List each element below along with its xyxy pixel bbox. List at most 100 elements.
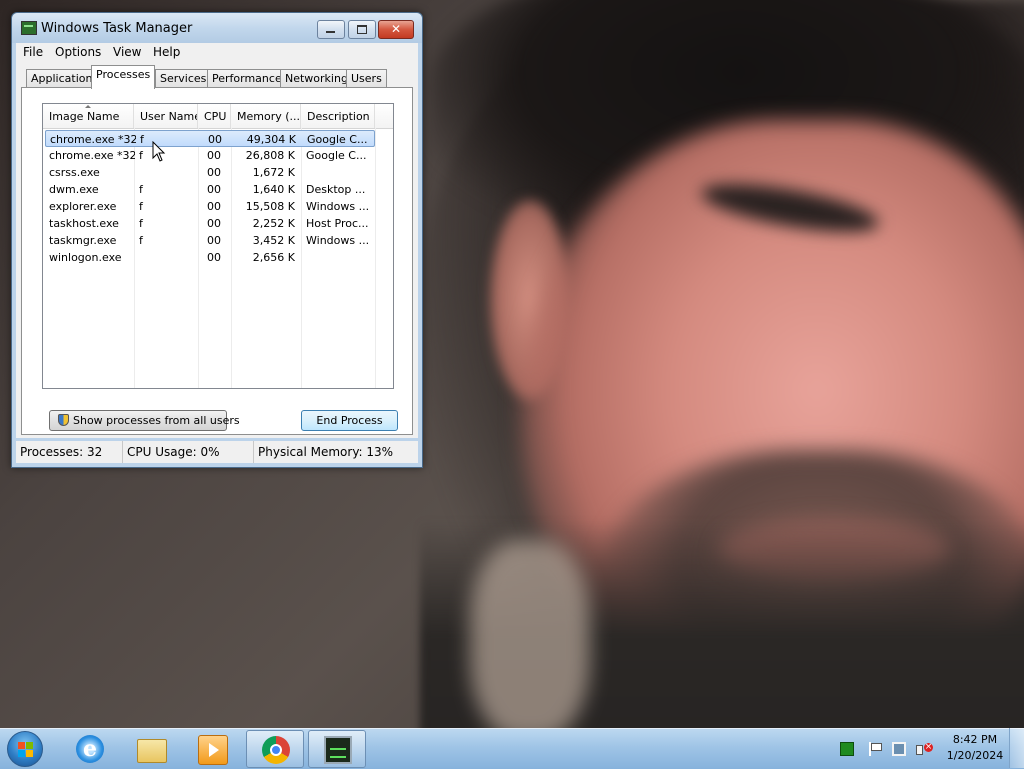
process-list[interactable]: Image Name User Name CPU Memory (... Des… — [42, 103, 394, 389]
process-user: f — [139, 149, 143, 162]
end-process-button[interactable]: End Process — [301, 410, 398, 431]
maximize-button[interactable] — [348, 20, 376, 39]
menu-options[interactable]: Options — [50, 43, 106, 62]
taskbar: 8:42 PM 1/20/2024 — [0, 728, 1024, 769]
process-name: csrss.exe — [49, 166, 100, 179]
process-cpu: 00 — [207, 234, 221, 247]
taskbar-media-player[interactable] — [183, 730, 241, 768]
process-user — [139, 249, 195, 266]
process-cpu: 00 — [207, 183, 221, 196]
volume-muted-icon[interactable] — [916, 742, 933, 756]
clock-time: 8:42 PM — [952, 733, 998, 746]
process-user: f — [139, 217, 143, 230]
process-cpu: 00 — [207, 251, 221, 264]
process-description: Google C... — [307, 133, 368, 146]
table-row[interactable]: taskmgr.exe f 00 3,452 K Windows ... — [45, 232, 375, 249]
table-row[interactable]: taskhost.exe f 00 2,252 K Host Proc... — [45, 215, 375, 232]
process-cpu: 00 — [207, 200, 221, 213]
taskbar-chrome[interactable] — [246, 730, 304, 768]
network-icon[interactable] — [892, 742, 906, 756]
table-row[interactable]: dwm.exe f 00 1,640 K Desktop ... — [45, 181, 375, 198]
clock-date: 1/20/2024 — [946, 749, 1004, 762]
process-user: f — [139, 234, 143, 247]
process-memory: 1,640 K — [252, 183, 295, 196]
menu-help[interactable]: Help — [148, 43, 185, 62]
status-bar: Processes: 32 CPU Usage: 0% Physical Mem… — [16, 441, 418, 463]
process-description: Host Proc... — [306, 217, 369, 230]
column-memory[interactable]: Memory (... — [231, 104, 301, 128]
process-cpu: 00 — [207, 149, 221, 162]
task-manager-window: Windows Task Manager ✕ File Options View… — [11, 12, 423, 468]
menu-bar: File Options View Help — [16, 43, 418, 62]
task-manager-icon — [324, 736, 352, 764]
table-row[interactable]: explorer.exe f 00 15,508 K Windows ... — [45, 198, 375, 215]
table-row[interactable]: csrss.exe 00 1,672 K — [45, 164, 375, 181]
show-desktop-button[interactable] — [1009, 728, 1024, 768]
minimize-icon — [326, 31, 335, 33]
menu-view[interactable]: View — [108, 43, 146, 62]
process-description: Windows ... — [306, 234, 370, 247]
clock[interactable]: 8:42 PM 1/20/2024 — [940, 732, 1010, 764]
menu-file[interactable]: File — [18, 43, 48, 62]
notification-area: 8:42 PM 1/20/2024 — [835, 729, 1024, 769]
process-name: dwm.exe — [49, 183, 99, 196]
status-process-count: Processes: 32 — [16, 441, 123, 463]
start-button[interactable] — [7, 731, 43, 767]
process-cpu: 00 — [208, 133, 222, 146]
task-manager-tray-icon[interactable] — [840, 742, 854, 756]
window-title: Windows Task Manager — [41, 21, 193, 36]
process-name: taskmgr.exe — [49, 234, 117, 247]
taskbar-internet-explorer[interactable] — [61, 730, 119, 768]
sort-ascending-icon — [85, 105, 91, 108]
table-row[interactable]: winlogon.exe 00 2,656 K — [45, 249, 375, 266]
chrome-icon — [262, 736, 290, 764]
column-image-name[interactable]: Image Name — [43, 104, 134, 128]
process-name: explorer.exe — [49, 200, 117, 213]
process-user: f — [140, 133, 144, 146]
process-user — [139, 164, 195, 181]
process-memory: 15,508 K — [245, 200, 295, 213]
process-memory: 3,452 K — [252, 234, 295, 247]
process-name: chrome.exe *32 — [50, 133, 136, 146]
tab-processes[interactable]: Processes — [91, 65, 156, 89]
process-description — [306, 164, 370, 181]
column-user-name[interactable]: User Name — [134, 104, 198, 128]
show-all-processes-button[interactable]: Show processes from all users — [49, 410, 240, 431]
table-row[interactable]: chrome.exe *32 f 00 49,304 K Google C... — [45, 130, 375, 147]
process-user: f — [139, 200, 143, 213]
action-center-flag-icon[interactable] — [867, 742, 882, 756]
taskbar-windows-explorer[interactable] — [122, 730, 180, 768]
process-user: f — [139, 183, 143, 196]
process-description — [306, 249, 370, 266]
column-image-name-label: Image Name — [49, 110, 120, 123]
process-description: Windows ... — [306, 200, 370, 213]
tab-performance[interactable]: Performance — [207, 69, 287, 88]
process-list-header: Image Name User Name CPU Memory (... Des… — [43, 104, 393, 129]
process-memory: 1,672 K — [252, 166, 295, 179]
status-cpu-usage: CPU Usage: 0% — [123, 441, 254, 463]
task-manager-icon — [21, 21, 37, 35]
tab-networking[interactable]: Networking — [280, 69, 353, 88]
process-description: Google C... — [306, 149, 367, 162]
status-physical-memory: Physical Memory: 13% — [258, 445, 394, 459]
folder-icon — [137, 739, 167, 763]
process-name: taskhost.exe — [49, 217, 119, 230]
uac-shield-icon — [58, 414, 69, 426]
process-description: Desktop ... — [306, 183, 366, 196]
table-row[interactable]: chrome.exe *32 f 00 26,808 K Google C... — [45, 147, 375, 164]
process-memory: 26,808 K — [245, 149, 295, 162]
minimize-button[interactable] — [317, 20, 345, 39]
title-bar[interactable]: Windows Task Manager ✕ — [12, 13, 422, 43]
process-cpu: 00 — [207, 166, 221, 179]
process-name: chrome.exe *32 — [49, 149, 135, 162]
tab-services[interactable]: Services — [155, 69, 212, 88]
column-description[interactable]: Description — [301, 104, 375, 128]
maximize-icon — [357, 25, 367, 34]
windows-logo-icon — [18, 742, 33, 757]
taskbar-task-manager[interactable] — [308, 730, 366, 768]
tab-users[interactable]: Users — [346, 69, 387, 88]
close-button[interactable]: ✕ — [378, 20, 414, 39]
process-name: winlogon.exe — [49, 251, 122, 264]
column-cpu[interactable]: CPU — [198, 104, 231, 128]
process-memory: 2,656 K — [252, 251, 295, 264]
